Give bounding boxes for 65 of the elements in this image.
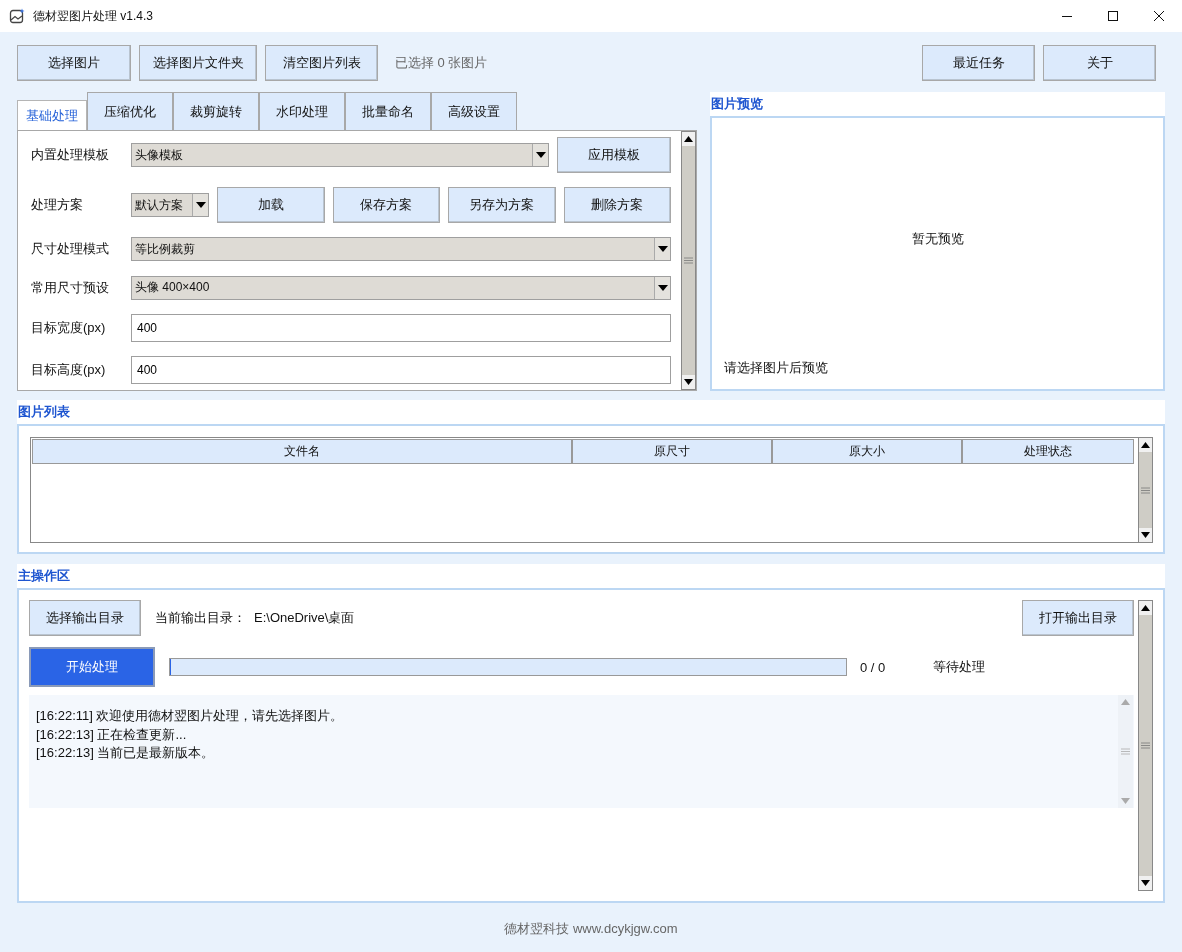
field-label: 处理方案 <box>31 196 84 215</box>
input-field[interactable]: 400 <box>131 355 671 384</box>
log-line: [16:22:11] 欢迎使用德材翌图片处理，请先选择图片。 <box>36 707 345 725</box>
button[interactable]: 关于 <box>1043 45 1156 81</box>
button[interactable]: 打开输出目录 <box>1022 600 1134 636</box>
field-label: 常用尺寸预设 <box>31 278 110 297</box>
button[interactable]: 保存方案 <box>332 187 440 224</box>
button[interactable]: 最近任务 <box>922 45 1035 81</box>
button[interactable]: 清空图片列表 <box>265 45 378 81</box>
scroll-down-icon[interactable] <box>1141 532 1150 538</box>
button[interactable]: 选择图片文件夹 <box>139 45 257 81</box>
scroll-up-icon[interactable] <box>1141 605 1150 611</box>
preview-hint: 请选择图片后预览 <box>724 359 828 377</box>
footer-text: 德材翌科技 www.dcykjgw.com <box>503 919 679 938</box>
grip-icon[interactable] <box>1141 486 1150 494</box>
scrollbar[interactable] <box>1138 437 1153 543</box>
scroll-down-icon[interactable] <box>1141 880 1150 886</box>
dropdown[interactable]: 头像模板 <box>131 143 549 167</box>
section-title: 图片列表 <box>17 400 1165 424</box>
button[interactable]: 删除方案 <box>563 187 671 224</box>
tab[interactable]: 压缩优化 <box>87 92 173 130</box>
scrollbar[interactable] <box>681 131 696 390</box>
scroll-down-icon[interactable] <box>684 379 693 385</box>
section-title: 主操作区 <box>17 564 1165 588</box>
scrollbar[interactable] <box>1138 600 1153 891</box>
tab[interactable]: 裁剪旋转 <box>173 92 259 130</box>
output-dir-label: 当前输出目录： <box>155 609 246 627</box>
grip-icon[interactable] <box>1121 748 1130 755</box>
tab[interactable]: 批量命名 <box>345 92 431 130</box>
button[interactable]: 选择输出目录 <box>29 600 141 636</box>
button[interactable]: 加载 <box>217 187 325 224</box>
grip-icon[interactable] <box>684 257 693 264</box>
status-text: 等待处理 <box>933 658 986 676</box>
column-header[interactable]: 原大小 <box>772 439 962 464</box>
dropdown[interactable]: 头像 400×400 <box>131 275 671 300</box>
scrollbar[interactable] <box>1118 695 1133 808</box>
tab[interactable]: 高级设置 <box>431 92 517 130</box>
tab[interactable]: 基础处理 <box>17 100 87 130</box>
selection-count: 已选择 0 张图片 <box>395 54 488 72</box>
scroll-up-icon[interactable] <box>684 136 693 142</box>
progress-reading: 0 / 0 <box>860 659 886 675</box>
field-label: 内置处理模板 <box>31 146 110 164</box>
start-button[interactable]: 开始处理 <box>29 647 155 687</box>
grip-icon[interactable] <box>1141 742 1150 749</box>
window-title: 德材翌图片处理 v1.4.3 <box>33 7 154 25</box>
column-header[interactable]: 原尺寸 <box>572 439 772 464</box>
field-label: 目标高度(px) <box>31 360 107 379</box>
empty-preview-text: 暂无预览 <box>911 230 964 248</box>
log-line: [16:22:13] 正在检查更新... <box>36 725 188 744</box>
button[interactable]: 另存为方案 <box>448 187 556 224</box>
column-header[interactable]: 处理状态 <box>962 439 1134 464</box>
button[interactable]: 选择图片 <box>17 45 131 81</box>
button[interactable]: 应用模板 <box>557 137 671 173</box>
section-title: 图片预览 <box>710 92 1165 116</box>
dropdown[interactable]: 默认方案 <box>131 193 209 218</box>
dropdown[interactable]: 等比例裁剪 <box>131 237 671 262</box>
log-line: [16:22:13] 当前已是最新版本。 <box>36 744 216 762</box>
field-label: 尺寸处理模式 <box>31 240 110 259</box>
tab[interactable]: 水印处理 <box>259 92 345 130</box>
app-icon <box>9 8 25 24</box>
field-label: 目标宽度(px) <box>31 318 107 337</box>
scroll-up-icon[interactable] <box>1141 442 1150 448</box>
column-header[interactable]: 文件名 <box>32 439 572 464</box>
input-field[interactable]: 400 <box>131 313 671 342</box>
output-dir-path: E:\OneDrive\桌面 <box>254 609 355 627</box>
